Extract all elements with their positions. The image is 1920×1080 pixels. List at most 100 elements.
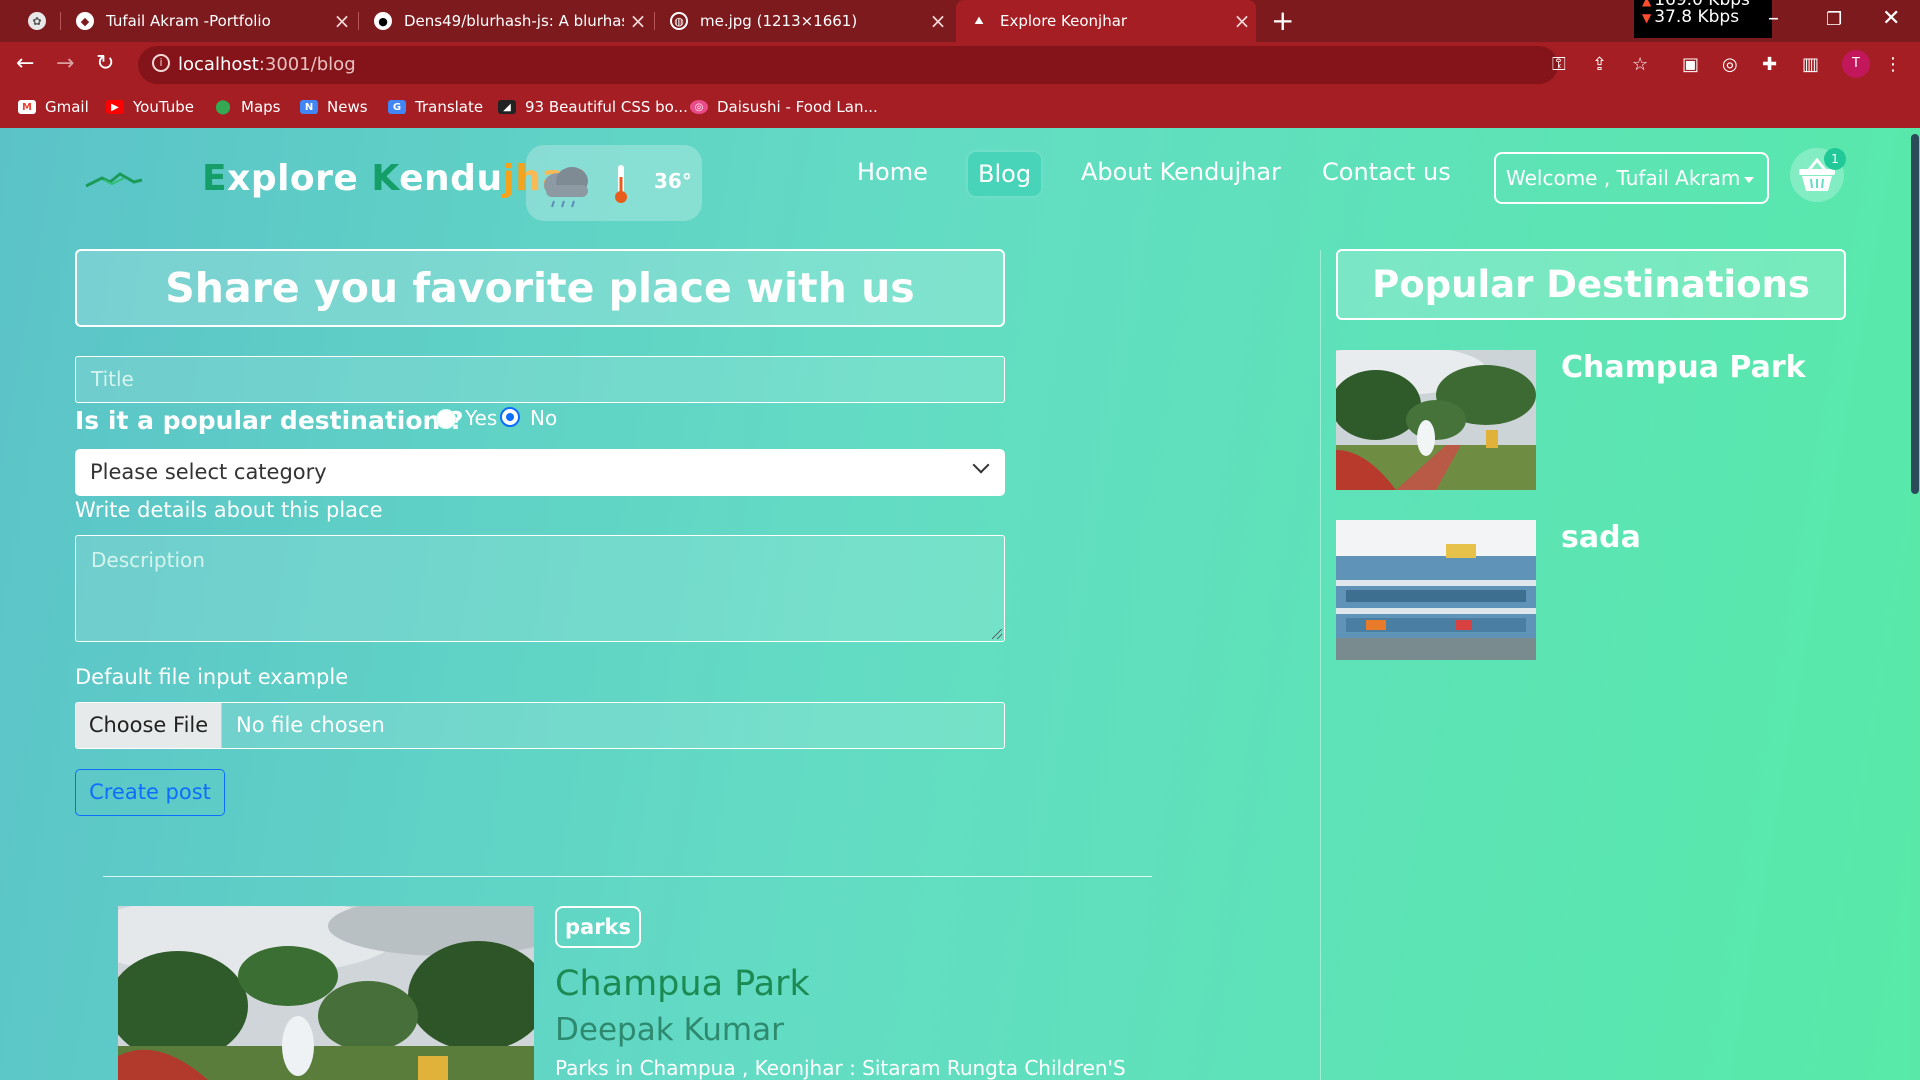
bookmark-youtube[interactable]: ▶ YouTube	[106, 98, 194, 116]
site-info-icon[interactable]: i	[152, 54, 170, 72]
tab-title: Explore Keonjhar	[1000, 12, 1128, 30]
resize-grip-icon[interactable]	[992, 629, 1002, 639]
close-tab-icon[interactable]: ×	[328, 9, 356, 33]
close-tab-icon[interactable]: ×	[924, 9, 952, 33]
description-placeholder: Description	[91, 548, 205, 572]
brand-part: K	[371, 158, 400, 199]
brand-part: E	[202, 158, 228, 199]
bookmark-label: 93 Beautiful CSS bo...	[525, 98, 688, 116]
url-host: localhost	[178, 54, 259, 75]
destination-name[interactable]: sada	[1561, 520, 1641, 555]
bookmark-maps[interactable]: ⬤ Maps	[214, 98, 280, 116]
bookmark-label: YouTube	[133, 98, 194, 116]
destination-image[interactable]	[1336, 520, 1536, 660]
back-icon[interactable]: ←	[16, 51, 34, 76]
category-select-value: Please select category	[90, 460, 327, 484]
key-icon[interactable]: ⚿	[1552, 54, 1566, 75]
destination-name[interactable]: Champua Park	[1561, 350, 1806, 385]
extensions-puzzle-icon[interactable]: ✚	[1762, 54, 1777, 75]
extension-red-icon[interactable]: ▣	[1682, 54, 1699, 75]
nav-contact[interactable]: Contact us	[1322, 158, 1451, 186]
github-icon: ●	[374, 12, 392, 30]
restore-icon[interactable]: ❐	[1826, 9, 1842, 30]
bookmark-label: Maps	[241, 98, 281, 116]
bookmark-label: Gmail	[45, 98, 89, 116]
share-icon[interactable]: ⇪	[1592, 54, 1607, 75]
scrollbar-thumb[interactable]	[1911, 134, 1919, 494]
bookmark-translate[interactable]: G Translate	[388, 98, 483, 116]
cart-count-badge: 1	[1824, 148, 1846, 170]
section-divider	[103, 876, 1152, 877]
bookmark-css-borders[interactable]: ◢ 93 Beautiful CSS bo...	[498, 98, 688, 116]
popular-destinations-heading: Popular Destinations	[1336, 249, 1846, 320]
bookmark-star-icon[interactable]: ☆	[1632, 54, 1648, 75]
temperature-value: 36°	[654, 169, 692, 193]
gmail-icon: M	[18, 100, 36, 114]
tab-title: Dens49/blurhash-js: A blurhash p	[404, 12, 624, 30]
close-tab-icon[interactable]: ×	[624, 9, 652, 33]
side-panel-icon[interactable]: ▥	[1802, 54, 1819, 75]
globe-icon: ◍	[670, 12, 688, 30]
thermometer-icon	[615, 165, 627, 203]
url-path: :3001/blog	[258, 54, 356, 75]
no-radio-label: No	[530, 406, 558, 430]
brand-part: endu	[399, 158, 503, 199]
reload-icon[interactable]: ↻	[96, 51, 114, 76]
destination-image[interactable]	[1336, 350, 1536, 490]
close-window-icon[interactable]: ✕	[1882, 6, 1900, 31]
welcome-text: Welcome , Tufail Akram	[1506, 166, 1741, 190]
nav-about[interactable]: About Kendujhar	[1081, 158, 1281, 186]
weather-widget: 36°	[526, 145, 702, 221]
caret-down-icon	[1744, 176, 1755, 183]
nav-home[interactable]: Home	[857, 158, 928, 186]
menu-dots-icon[interactable]: ⋮	[1884, 54, 1902, 75]
column-divider	[1320, 250, 1321, 1080]
tab-pinned[interactable]: ✿	[14, 0, 60, 42]
tab-portfolio[interactable]: ◆ Tufail Akram -Portfolio ×	[62, 0, 356, 42]
bookmark-label: News	[327, 98, 368, 116]
form-heading: Share you favorite place with us	[75, 249, 1005, 327]
network-meter: ▲ 169.0 Kbps ▼ 37.8 Kbps	[1634, 0, 1772, 38]
dribbble-icon: ◎	[690, 100, 708, 114]
chatgpt-icon: ✿	[28, 12, 46, 30]
choose-file-button[interactable]: Choose File	[76, 703, 222, 748]
tab-image[interactable]: ◍ me.jpg (1213×1661) ×	[656, 0, 952, 42]
yes-radio[interactable]	[436, 409, 456, 429]
file-status: No file chosen	[236, 713, 385, 737]
tab-title: Tufail Akram -Portfolio	[106, 12, 271, 30]
logo-mountain-icon[interactable]	[84, 170, 144, 190]
file-input-label: Default file input example	[75, 665, 349, 689]
page-viewport: Explore Kendujhar 36° Home Blog About Ke…	[0, 128, 1920, 1080]
rain-cloud-icon	[544, 167, 588, 208]
post-category-tag[interactable]: parks	[555, 906, 642, 948]
profile-avatar[interactable]: T	[1842, 50, 1870, 78]
nav-blog[interactable]: Blog	[968, 152, 1042, 196]
extension-target-icon[interactable]: ◎	[1722, 54, 1738, 75]
news-icon: N	[300, 100, 318, 114]
tab-title: me.jpg (1213×1661)	[700, 12, 858, 30]
category-select[interactable]: Please select category	[75, 449, 1005, 496]
create-post-button[interactable]: Create post	[75, 769, 225, 816]
user-menu-dropdown[interactable]: Welcome , Tufail Akram	[1494, 152, 1769, 204]
title-input[interactable]: Title	[75, 356, 1005, 403]
forward-icon[interactable]: →	[56, 51, 74, 76]
minimize-icon[interactable]: –	[1768, 6, 1779, 31]
post-title[interactable]: Champua Park	[555, 964, 810, 1004]
description-textarea[interactable]: Description	[75, 535, 1005, 642]
no-radio[interactable]	[500, 407, 520, 427]
bookmark-news[interactable]: N News	[300, 98, 368, 116]
chevron-down-icon	[972, 456, 990, 474]
post-author: Deepak Kumar	[555, 1012, 784, 1048]
post-image[interactable]	[118, 906, 534, 1080]
bookmark-gmail[interactable]: M Gmail	[18, 98, 89, 116]
url-field[interactable]: i localhost:3001/blog	[138, 46, 1558, 84]
new-tab-icon[interactable]: +	[1271, 4, 1294, 37]
bookmark-daisushi[interactable]: ◎ Daisushi - Food Lan...	[690, 98, 878, 116]
tab-explore-keonjhar[interactable]: ⛰ Explore Keonjhar ×	[956, 0, 1256, 42]
popular-question-label: Is it a popular destination ?	[75, 406, 464, 435]
codepen-icon: ◢	[498, 100, 516, 114]
file-input[interactable]: Choose File No file chosen	[75, 702, 1005, 749]
translate-icon: G	[388, 100, 406, 114]
tab-github[interactable]: ● Dens49/blurhash-js: A blurhash p ×	[360, 0, 652, 42]
close-tab-icon[interactable]: ×	[1228, 9, 1256, 33]
